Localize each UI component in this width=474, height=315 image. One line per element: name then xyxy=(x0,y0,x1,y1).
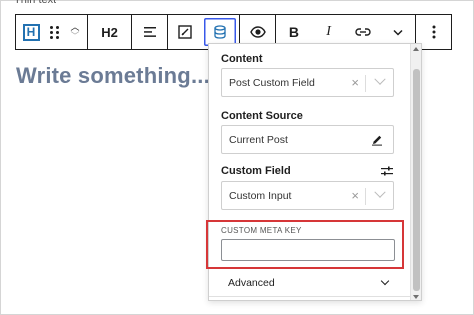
custom-meta-key-input[interactable] xyxy=(221,239,395,261)
heading-level-group: H2 xyxy=(88,15,132,49)
chevron-down-icon xyxy=(380,276,390,286)
link-icon xyxy=(355,28,371,36)
dynamic-data-button[interactable] xyxy=(204,18,236,46)
custom-field-select[interactable]: Custom Input × xyxy=(221,181,394,210)
more-vertical-icon xyxy=(432,25,435,39)
database-icon xyxy=(214,25,226,39)
block-type-button[interactable]: H xyxy=(16,15,46,49)
content-select-value: Post Custom Field xyxy=(229,76,315,89)
block-settings-button[interactable] xyxy=(168,15,202,49)
panel-divider xyxy=(209,296,410,297)
chevron-down-icon[interactable] xyxy=(374,73,386,85)
scroll-up-arrow-icon[interactable] xyxy=(413,47,419,51)
align-group xyxy=(132,15,168,49)
clear-icon[interactable]: × xyxy=(351,76,359,89)
edit-box-icon xyxy=(178,25,192,39)
clipped-paragraph: Thin text xyxy=(14,0,57,6)
block-switcher-group: H ︿ ﹀ xyxy=(16,15,88,49)
move-down-icon[interactable]: ﹀ xyxy=(70,32,79,41)
heading-level-button[interactable]: H2 xyxy=(88,15,131,49)
align-left-icon xyxy=(143,27,156,37)
heading-block-icon: H xyxy=(22,23,40,41)
advanced-toggle[interactable]: Advanced xyxy=(228,276,390,289)
block-movers[interactable]: ︿ ﹀ xyxy=(64,15,86,49)
custom-meta-key-label: CUSTOM META KEY xyxy=(221,226,302,235)
custom-field-label: Custom Field xyxy=(221,165,291,177)
select-separator xyxy=(365,75,366,92)
advanced-label: Advanced xyxy=(228,277,275,289)
eye-icon xyxy=(249,26,266,38)
pencil-icon[interactable] xyxy=(371,134,383,146)
content-source-field[interactable]: Current Post xyxy=(221,125,394,154)
sliders-icon[interactable] xyxy=(381,166,393,176)
move-up-down-icon: ︿ ﹀ xyxy=(70,23,79,41)
content-source-label: Content Source xyxy=(221,110,303,122)
content-label: Content xyxy=(221,53,263,65)
drag-icon xyxy=(50,25,60,39)
drag-handle[interactable] xyxy=(46,15,64,49)
scroll-down-arrow-icon[interactable] xyxy=(413,295,419,299)
chevron-down-icon xyxy=(393,29,403,36)
chevron-down-icon[interactable] xyxy=(374,186,386,198)
custom-field-value: Custom Input xyxy=(229,189,292,202)
clear-icon[interactable]: × xyxy=(351,189,359,202)
scroll-thumb[interactable] xyxy=(413,69,420,291)
content-source-value: Current Post xyxy=(229,133,288,146)
content-select[interactable]: Post Custom Field × xyxy=(221,68,394,97)
select-separator xyxy=(365,188,366,205)
custom-meta-key-highlight: CUSTOM META KEY xyxy=(206,220,404,269)
panel-scrollbar[interactable] xyxy=(410,44,421,300)
align-button[interactable] xyxy=(132,15,167,49)
heading-placeholder[interactable]: Write something... xyxy=(16,63,210,89)
